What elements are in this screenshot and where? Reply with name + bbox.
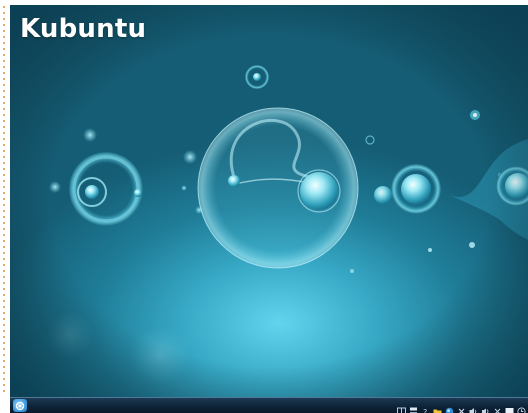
volume-icon[interactable] <box>469 401 478 413</box>
tasks-icon[interactable] <box>409 401 418 413</box>
pager-icon[interactable] <box>397 401 406 413</box>
vignette <box>10 5 528 398</box>
clock-icon[interactable] <box>517 401 526 413</box>
dotted-border <box>0 0 10 413</box>
network-icon[interactable] <box>445 401 454 413</box>
page-title: Kubuntu <box>20 14 147 44</box>
kde-menu-icon[interactable] <box>13 399 27 412</box>
close-icon[interactable] <box>493 401 502 413</box>
folder-icon[interactable] <box>433 401 442 413</box>
taskbar: ? <box>10 397 528 413</box>
wallpaper-bubbles <box>10 5 528 398</box>
svg-text:?: ? <box>423 408 427 413</box>
display-icon[interactable] <box>505 401 514 413</box>
desktop: Kubuntu ? <box>10 5 528 413</box>
bluetooth-icon[interactable] <box>457 401 466 413</box>
help-icon[interactable]: ? <box>421 401 430 413</box>
screenshot-frame: Kubuntu ? <box>0 0 528 413</box>
audio-icon[interactable] <box>481 401 490 413</box>
system-tray: ? <box>397 399 526 413</box>
